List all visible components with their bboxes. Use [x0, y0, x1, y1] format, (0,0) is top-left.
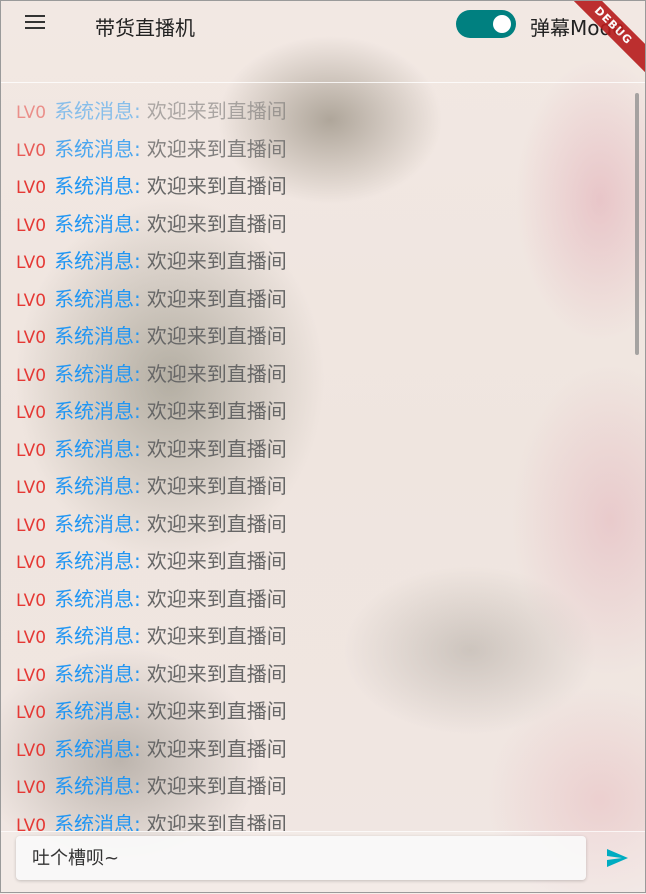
message-text: 欢迎来到直播间 — [146, 324, 287, 348]
message-sender: 系统消息: — [54, 474, 141, 498]
message-text: 欢迎来到直播间 — [146, 174, 287, 198]
chat-message: LV0 系统消息: 欢迎来到直播间 — [0, 431, 636, 469]
user-level-badge: LV0 — [16, 778, 47, 798]
message-sender: 系统消息: — [54, 361, 141, 386]
chat-message: LV0 系统消息: 欢迎来到直播间 — [0, 618, 636, 656]
chat-message: LV0 系统消息: 欢迎来到直播间 — [0, 168, 636, 206]
send-icon[interactable] — [604, 846, 630, 870]
message-sender: 系统消息: — [54, 624, 141, 648]
chat-message: LV0 系统消息: 欢迎来到直播间 — [0, 806, 636, 832]
user-level-badge: LV0 — [16, 215, 47, 236]
user-level-badge: LV0 — [16, 103, 47, 123]
message-sender: 系统消息: — [54, 99, 141, 123]
chat-message: LV0 系统消息: 欢迎来到直播间 — [0, 318, 636, 356]
message-sender: 系统消息: — [54, 174, 141, 198]
message-text: 欢迎来到直播间 — [146, 586, 287, 611]
message-sender: 系统消息: — [54, 736, 141, 761]
user-level-badge: LV0 — [16, 140, 47, 161]
chat-message: LV0 系统消息: 欢迎来到直播间 — [0, 468, 636, 506]
chat-message: LV0 系统消息: 欢迎来到直播间 — [0, 243, 636, 281]
message-sender: 系统消息: — [54, 249, 141, 273]
user-level-badge: LV0 — [16, 740, 47, 761]
message-sender: 系统消息: — [54, 586, 141, 611]
message-sender: 系统消息: — [54, 324, 141, 348]
message-sender: 系统消息: — [54, 549, 141, 573]
message-sender: 系统消息: — [54, 436, 141, 461]
chat-message: LV0 系统消息: 欢迎来到直播间 — [0, 543, 636, 581]
chat-message: LV0 系统消息: 欢迎来到直播间 — [0, 393, 636, 431]
user-level-badge: LV0 — [16, 478, 47, 498]
comment-input[interactable] — [16, 836, 586, 880]
chat-message: LV0 系统消息: 欢迎来到直播间 — [0, 506, 636, 544]
user-level-badge: LV0 — [16, 815, 47, 832]
chat-message: LV0 系统消息: 欢迎来到直播间 — [0, 356, 636, 394]
message-text: 欢迎来到直播间 — [146, 249, 287, 273]
page-title: 带货直播机 — [95, 16, 195, 40]
message-text: 欢迎来到直播间 — [146, 211, 287, 236]
message-text: 欢迎来到直播间 — [146, 361, 287, 386]
menu-icon[interactable] — [18, 8, 52, 38]
user-level-badge: LV0 — [16, 365, 47, 386]
user-level-badge: LV0 — [16, 628, 47, 648]
chat-message: LV0 系统消息: 欢迎来到直播间 — [0, 93, 636, 131]
message-sender: 系统消息: — [54, 661, 141, 686]
message-text: 欢迎来到直播间 — [146, 474, 287, 498]
app-bar: 带货直播机 弹幕Mode DEBUG — [0, 0, 646, 80]
message-text: 欢迎来到直播间 — [146, 661, 287, 686]
message-text: 欢迎来到直播间 — [146, 436, 287, 461]
user-level-badge: LV0 — [16, 290, 47, 311]
user-level-badge: LV0 — [16, 665, 47, 686]
toggle-knob — [493, 15, 511, 33]
user-level-badge: LV0 — [16, 590, 47, 611]
header-divider — [0, 82, 646, 83]
user-level-badge: LV0 — [16, 328, 47, 348]
message-sender: 系统消息: — [54, 699, 141, 723]
message-sender: 系统消息: — [54, 211, 141, 236]
message-sender: 系统消息: — [54, 399, 141, 423]
chat-message: LV0 系统消息: 欢迎来到直播间 — [0, 656, 636, 694]
chat-message: LV0 系统消息: 欢迎来到直播间 — [0, 731, 636, 769]
user-level-badge: LV0 — [16, 703, 47, 723]
message-text: 欢迎来到直播间 — [146, 699, 287, 723]
chat-message: LV0 系统消息: 欢迎来到直播间 — [0, 693, 636, 731]
chat-message: LV0 系统消息: 欢迎来到直播间 — [0, 206, 636, 244]
message-sender: 系统消息: — [54, 511, 141, 536]
chat-message: LV0 系统消息: 欢迎来到直播间 — [0, 768, 636, 806]
message-text: 欢迎来到直播间 — [146, 511, 287, 536]
user-level-badge: LV0 — [16, 403, 47, 423]
chat-message: LV0 系统消息: 欢迎来到直播间 — [0, 281, 636, 319]
message-sender: 系统消息: — [54, 136, 141, 161]
message-sender: 系统消息: — [54, 286, 141, 311]
message-text: 欢迎来到直播间 — [146, 811, 287, 832]
chat-message-list[interactable]: LV0 系统消息: 欢迎来到直播间 LV0 系统消息: 欢迎来到直播间 LV0 系统消息: 欢迎… — [0, 93, 636, 831]
message-composer — [0, 831, 646, 894]
message-text: 欢迎来到直播间 — [146, 774, 287, 798]
user-level-badge: LV0 — [16, 515, 47, 536]
message-text: 欢迎来到直播间 — [146, 549, 287, 573]
danmaku-mode-toggle[interactable] — [456, 10, 516, 38]
user-level-badge: LV0 — [16, 440, 47, 461]
message-text: 欢迎来到直播间 — [146, 136, 287, 161]
message-sender: 系统消息: — [54, 774, 141, 798]
user-level-badge: LV0 — [16, 553, 47, 573]
user-level-badge: LV0 — [16, 253, 47, 273]
message-text: 欢迎来到直播间 — [146, 286, 287, 311]
message-text: 欢迎来到直播间 — [146, 399, 287, 423]
message-text: 欢迎来到直播间 — [146, 624, 287, 648]
chat-scrollbar[interactable] — [635, 93, 639, 355]
message-text: 欢迎来到直播间 — [146, 736, 287, 761]
chat-message: LV0 系统消息: 欢迎来到直播间 — [0, 581, 636, 619]
message-sender: 系统消息: — [54, 811, 141, 832]
chat-message: LV0 系统消息: 欢迎来到直播间 — [0, 131, 636, 169]
message-text: 欢迎来到直播间 — [146, 99, 287, 123]
user-level-badge: LV0 — [16, 178, 47, 198]
